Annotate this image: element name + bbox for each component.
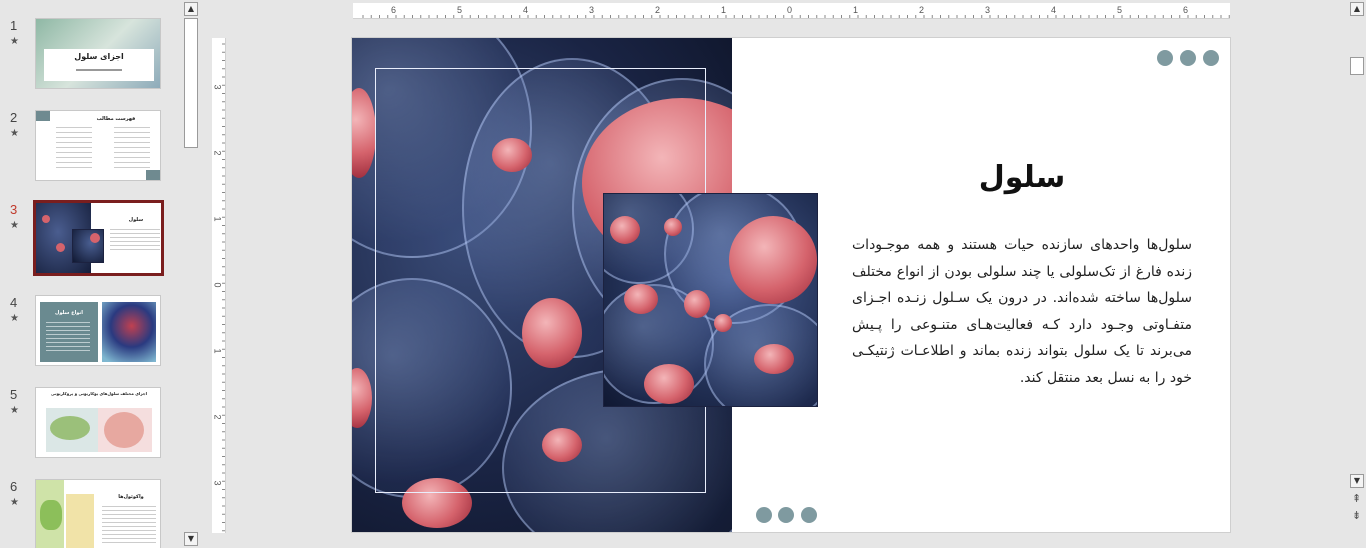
ruler-label: 4 <box>1051 5 1057 15</box>
thumbnail-scrollbar[interactable]: ▲ ▼ <box>183 0 200 548</box>
thumbnail-row-1[interactable]: 1 ★ اجزای سلول <box>0 18 182 98</box>
decorative-dot <box>1157 50 1173 66</box>
cell-closeup-image[interactable] <box>603 193 818 407</box>
ruler-label: 2 <box>212 150 223 156</box>
ruler-label: 3 <box>589 5 595 15</box>
animation-star-icon: ★ <box>10 128 19 139</box>
ruler-label: 6 <box>1183 5 1189 15</box>
next-slide-button[interactable]: ⇟ <box>1352 509 1361 522</box>
scrollbar-thumb[interactable] <box>1350 57 1364 75</box>
slide-title[interactable]: سلول <box>912 160 1132 195</box>
slide-number: 2 <box>10 110 18 125</box>
animation-star-icon: ★ <box>10 220 19 231</box>
ruler-label: 5 <box>457 5 463 15</box>
thumbnail-title: واکوئول‌ها <box>118 494 144 500</box>
scroll-down-button[interactable]: ▼ <box>1350 474 1364 488</box>
slide-thumbnail-3[interactable]: سلول <box>33 200 164 276</box>
thumbnail-row-3[interactable]: 3 ★ سلول <box>0 200 182 282</box>
thumbnail-row-4[interactable]: 4 ★ انواع سلول <box>0 295 182 375</box>
slide-number: 4 <box>10 295 18 310</box>
slide-thumbnail-5[interactable]: اجزای مختلف سلول‌های یوکاریوتی و پروکاری… <box>35 387 161 458</box>
ruler-label: 2 <box>212 414 223 420</box>
animation-star-icon: ★ <box>10 36 19 47</box>
scroll-up-button[interactable]: ▲ <box>184 2 198 16</box>
ruler-label: 5 <box>1117 5 1123 15</box>
ruler-label: 3 <box>212 84 223 90</box>
ruler-label: 2 <box>655 5 661 15</box>
previous-slide-button[interactable]: ⇞ <box>1352 492 1361 505</box>
ruler-label: 0 <box>212 282 223 288</box>
thumbnail-title: سلول <box>128 217 144 223</box>
slide-scrollbar[interactable]: ▲ ▼ <box>1349 0 1366 548</box>
decorative-dot <box>778 507 794 523</box>
thumbnail-row-6[interactable]: 6 ★ واکوئول‌ها <box>0 479 182 548</box>
animation-star-icon: ★ <box>10 313 19 324</box>
thumbnail-title: فهرست مطالب <box>96 116 136 122</box>
slide-thumbnail-pane: 1 ★ اجزای سلول 2 ★ فهرست مطالب 3 ★ سلول … <box>0 0 182 548</box>
ruler-label: 3 <box>985 5 991 15</box>
slide-number: 5 <box>10 387 18 402</box>
horizontal-ruler[interactable]: 6 5 4 3 2 1 0 1 2 3 4 5 6 <box>353 3 1230 19</box>
slide-editing-area: 6 5 4 3 2 1 0 1 2 3 4 5 6 3 2 1 0 1 2 3 <box>203 0 1347 548</box>
slide-number: 6 <box>10 479 18 494</box>
animation-star-icon: ★ <box>10 405 19 416</box>
ruler-label: 0 <box>787 5 793 15</box>
vertical-ruler[interactable]: 3 2 1 0 1 2 3 <box>212 38 226 533</box>
slide-body-text[interactable]: سلول‌ها واحدهای سازنده حیات هستند و همه … <box>852 232 1192 391</box>
powerpoint-window: 1 ★ اجزای سلول 2 ★ فهرست مطالب 3 ★ سلول … <box>0 0 1366 548</box>
ruler-label: 2 <box>919 5 925 15</box>
scroll-up-button[interactable]: ▲ <box>1350 2 1364 16</box>
ruler-label: 3 <box>212 480 223 486</box>
thumbnail-row-5[interactable]: 5 ★ اجزای مختلف سلول‌های یوکاریوتی و پرو… <box>0 387 182 467</box>
decorative-dot <box>1203 50 1219 66</box>
scrollbar-thumb[interactable] <box>184 18 198 148</box>
ruler-label: 4 <box>523 5 529 15</box>
slide-number: 3 <box>10 202 18 217</box>
ruler-label: 1 <box>721 5 727 15</box>
slide-thumbnail-4[interactable]: انواع سلول <box>35 295 161 366</box>
slide-thumbnail-2[interactable]: فهرست مطالب <box>35 110 161 181</box>
thumbnail-row-2[interactable]: 2 ★ فهرست مطالب <box>0 110 182 190</box>
thumbnail-title: اجزای مختلف سلول‌های یوکاریوتی و پروکاری… <box>51 391 147 396</box>
ruler-label: 1 <box>853 5 859 15</box>
thumbnail-title: انواع سلول <box>54 310 84 316</box>
scroll-down-button[interactable]: ▼ <box>184 532 198 546</box>
ruler-label: 1 <box>212 348 223 354</box>
slide-number: 1 <box>10 18 18 33</box>
animation-star-icon: ★ <box>10 497 19 508</box>
slide-canvas[interactable]: سلول سلول‌ها واحدهای سازنده حیات هستند و… <box>351 37 1231 533</box>
decorative-dot <box>756 507 772 523</box>
slide-thumbnail-6[interactable]: واکوئول‌ها <box>35 479 161 548</box>
decorative-dot <box>801 507 817 523</box>
ruler-label: 1 <box>212 216 223 222</box>
thumbnail-title: اجزای سلول <box>74 52 124 61</box>
ruler-label: 6 <box>391 5 397 15</box>
slide-thumbnail-1[interactable]: اجزای سلول <box>35 18 161 89</box>
decorative-dot <box>1180 50 1196 66</box>
